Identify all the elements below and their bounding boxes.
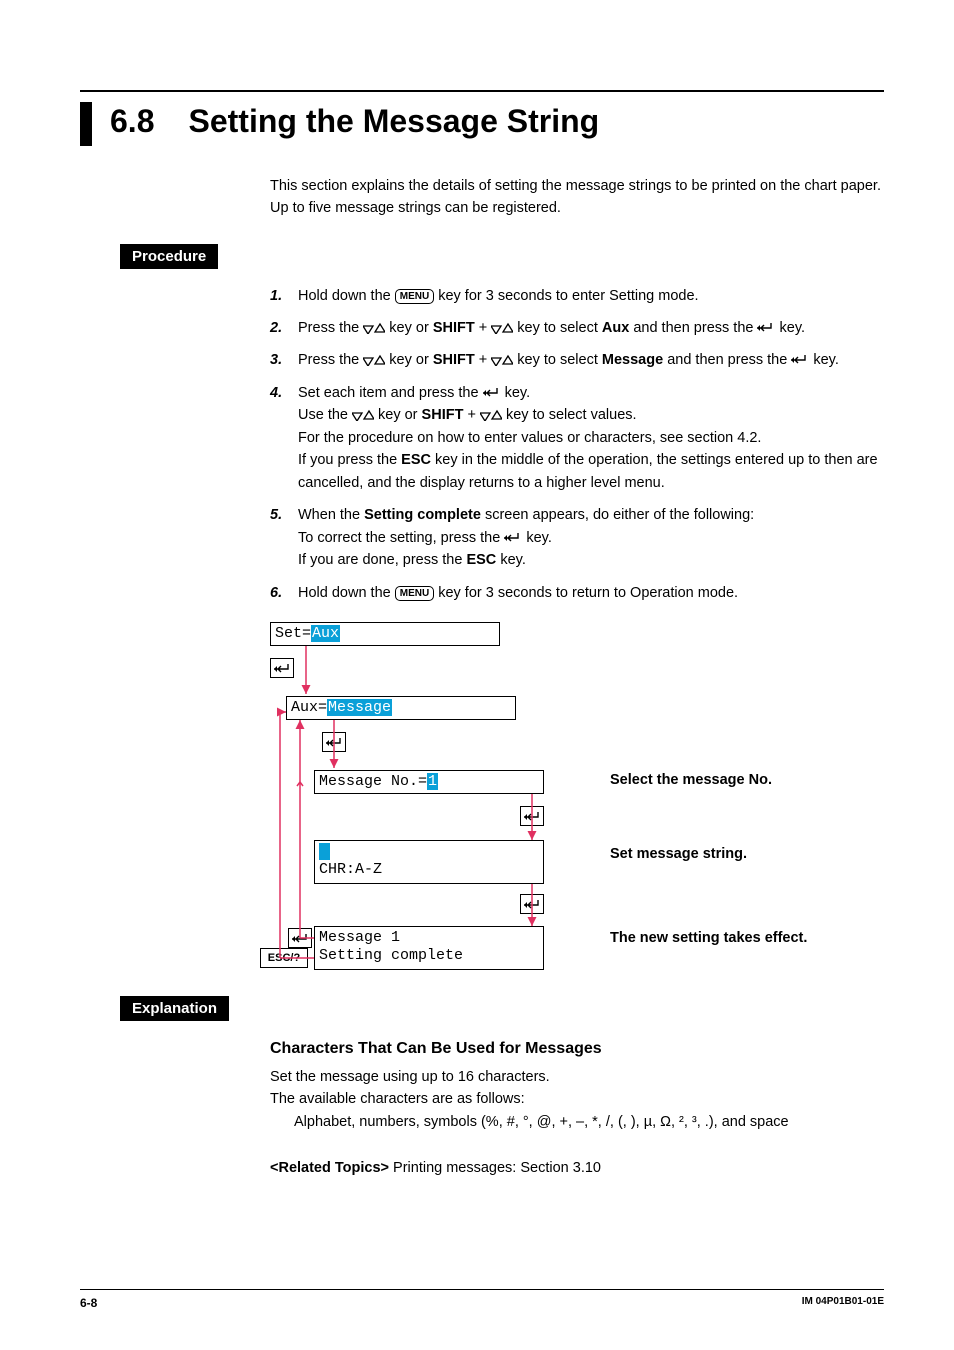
step-6: 6. Hold down the MENU key for 3 seconds … — [270, 582, 884, 604]
caption-set-string: Set message string. — [610, 846, 747, 862]
procedure-steps: 1. Hold down the MENU key for 3 seconds … — [270, 285, 884, 605]
step-body: When the Setting complete screen appears… — [298, 504, 884, 571]
intro-paragraph: This section explains the details of set… — [270, 176, 884, 220]
lcd-complete: Message 1 Setting complete — [314, 926, 544, 970]
step-body: Hold down the MENU key for 3 seconds to … — [298, 285, 884, 307]
updown-icon — [480, 409, 502, 421]
step-3: 3. Press the key or SHIFT + key to selec… — [270, 349, 884, 371]
updown-icon — [491, 322, 513, 334]
step-body: Press the key or SHIFT + key to select A… — [298, 317, 884, 339]
page-number: 6-8 — [80, 1296, 97, 1310]
section-heading: 6.8 Setting the Message String — [80, 102, 884, 146]
explanation-chars: Alphabet, numbers, symbols (%, #, °, @, … — [294, 1111, 884, 1133]
lcd-message-no: Message No.=1 — [314, 770, 544, 794]
section-number: 6.8 — [110, 102, 154, 140]
page-footer: 6-8 IM 04P01B01-01E — [80, 1289, 884, 1310]
step-body: Set each item and press the key. Use the… — [298, 382, 884, 494]
step-number: 3. — [270, 349, 298, 371]
step-number: 1. — [270, 285, 298, 307]
step-number: 5. — [270, 504, 298, 571]
explanation-label: Explanation — [120, 996, 229, 1021]
step-number: 2. — [270, 317, 298, 339]
doc-id: IM 04P01B01-01E — [802, 1296, 884, 1310]
related-topics: <Related Topics> Printing messages: Sect… — [270, 1157, 884, 1179]
caption-select-no: Select the message No. — [610, 772, 772, 788]
enter-box-icon — [270, 658, 294, 678]
explanation-line: Set the message using up to 16 character… — [270, 1066, 884, 1088]
step-5: 5. When the Setting complete screen appe… — [270, 504, 884, 571]
step-body: Hold down the MENU key for 3 seconds to … — [298, 582, 884, 604]
section-title: Setting the Message String — [188, 102, 599, 140]
explanation-heading: Characters That Can Be Used for Messages — [270, 1037, 884, 1062]
step-number: 4. — [270, 382, 298, 494]
updown-icon — [363, 354, 385, 366]
lcd-aux: Aux=Message — [286, 696, 516, 720]
updown-icon — [491, 354, 513, 366]
menu-key-icon: MENU — [395, 586, 434, 601]
updown-icon — [363, 322, 385, 334]
step-2: 2. Press the key or SHIFT + key to selec… — [270, 317, 884, 339]
enter-icon — [757, 322, 775, 334]
enter-icon — [483, 387, 501, 399]
title-bar — [80, 102, 92, 146]
menu-key-icon: MENU — [395, 289, 434, 304]
explanation-body: Characters That Can Be Used for Messages… — [270, 1037, 884, 1180]
caption-effect: The new setting takes effect. — [610, 930, 807, 946]
explanation-line: The available characters are as follows: — [270, 1088, 884, 1110]
flow-diagram: Set=Aux Aux=Message Message No.=1 Select… — [270, 622, 900, 972]
step-body: Press the key or SHIFT + key to select M… — [298, 349, 884, 371]
step-4: 4. Set each item and press the key. Use … — [270, 382, 884, 494]
step-1: 1. Hold down the MENU key for 3 seconds … — [270, 285, 884, 307]
enter-icon — [791, 354, 809, 366]
enter-icon — [504, 532, 522, 544]
lcd-set: Set=Aux — [270, 622, 500, 646]
lcd-chr: CHR:A-Z — [314, 840, 544, 884]
updown-icon — [352, 409, 374, 421]
title-rule — [80, 90, 884, 92]
procedure-label: Procedure — [120, 244, 218, 269]
step-number: 6. — [270, 582, 298, 604]
